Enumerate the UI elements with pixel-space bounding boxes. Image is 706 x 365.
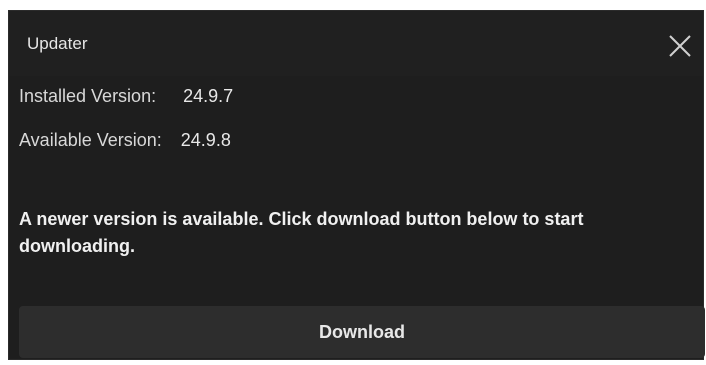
installed-version-row: Installed Version: 24.9.7 xyxy=(19,86,233,107)
update-message: A newer version is available. Click down… xyxy=(19,209,584,256)
content-area: Installed Version: 24.9.7 Available Vers… xyxy=(9,76,705,359)
title-bar: Updater xyxy=(9,11,703,76)
available-version-value: 24.9.8 xyxy=(180,130,231,150)
installed-version-value: 24.9.7 xyxy=(183,86,234,106)
installed-version-label: Installed Version: xyxy=(19,86,157,106)
window-title: Updater xyxy=(27,34,88,53)
close-icon xyxy=(669,35,691,57)
download-button[interactable]: Download xyxy=(19,306,705,358)
available-version-row: Available Version: 24.9.8 xyxy=(19,130,231,151)
close-button[interactable] xyxy=(663,29,697,63)
updater-window: Updater Installed Version: 24.9.7 Availa… xyxy=(8,10,705,360)
available-version-label: Available Version: xyxy=(19,130,162,150)
